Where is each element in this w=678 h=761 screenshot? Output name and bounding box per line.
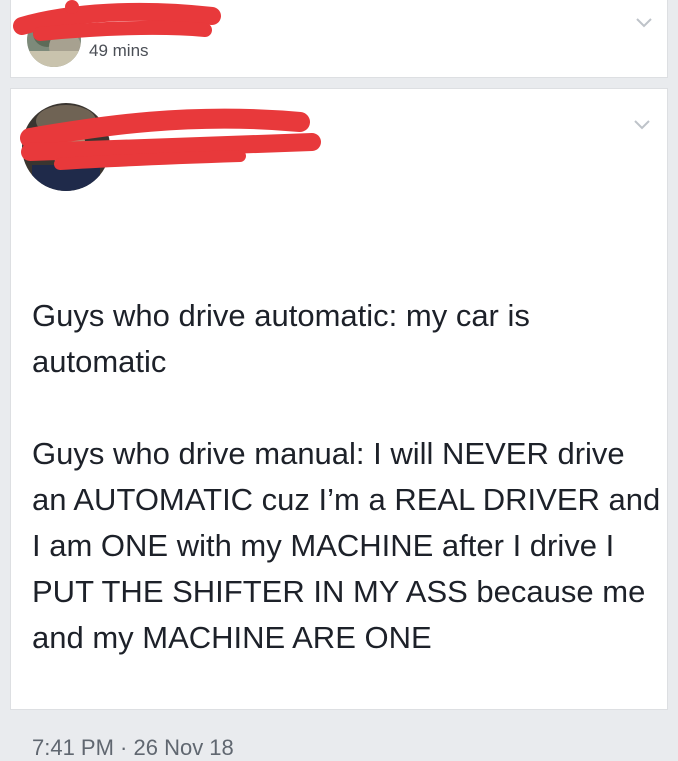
post-card-1: 49 mins: [10, 0, 668, 78]
profile-avatar[interactable]: [27, 13, 81, 67]
chevron-down-icon[interactable]: [633, 119, 651, 131]
post-paragraph: Guys who drive automatic: my car is auto…: [32, 298, 530, 379]
avatar-image: [27, 13, 81, 67]
post-timestamp[interactable]: 49 mins: [89, 41, 149, 61]
post-footer-timestamp[interactable]: 7:41 PM · 26 Nov 18: [32, 735, 234, 761]
post-card-2: Guys who drive automatic: my car is auto…: [10, 88, 668, 760]
avatar-image: [22, 103, 110, 191]
profile-avatar[interactable]: [22, 103, 110, 191]
chevron-down-icon[interactable]: [635, 17, 653, 29]
post-paragraph: Guys who drive manual: I will NEVER driv…: [32, 436, 661, 655]
post-body: Guys who drive automatic: my car is auto…: [32, 293, 662, 661]
